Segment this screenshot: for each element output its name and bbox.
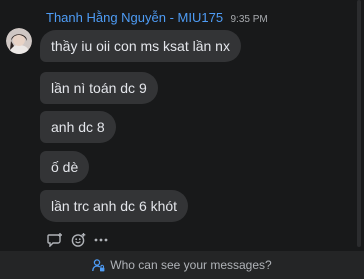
message-actions [47, 233, 108, 248]
sender-name[interactable]: Thanh Hằng Nguyễn - MIU175 [46, 10, 223, 25]
privacy-footer[interactable]: Who can see your messages? [0, 251, 364, 279]
scrollbar[interactable] [357, 0, 361, 247]
avatar[interactable] [6, 28, 32, 54]
smiley-icon[interactable] [71, 233, 86, 247]
reply-icon[interactable] [47, 233, 63, 248]
message-bubble[interactable]: ố dè [40, 151, 90, 183]
message-bubble[interactable]: lần trc anh dc 6 khót [40, 190, 189, 222]
privacy-link[interactable]: Who can see your messages? [110, 258, 271, 272]
person-lock-icon [92, 258, 105, 272]
message-header: Thanh Hằng Nguyễn - MIU175 9:35 PM [46, 10, 268, 28]
message-time: 9:35 PM [230, 14, 268, 25]
message-bubble[interactable]: thầy iu oii con ms ksat lần nx [40, 30, 241, 62]
avatar-image [6, 28, 32, 54]
message-bubble[interactable]: anh dc 8 [40, 111, 116, 143]
message-bubble[interactable]: lần nì toán dc 9 [40, 72, 158, 104]
more-icon[interactable] [94, 238, 108, 242]
